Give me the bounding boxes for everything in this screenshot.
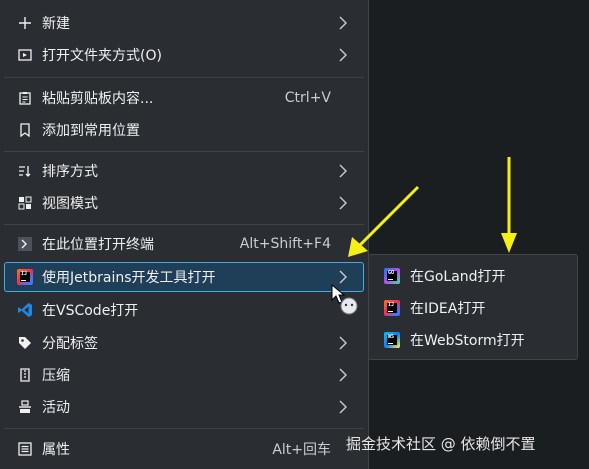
goland-icon: GO [383,267,401,285]
submenu-item-label: 在WebStorm打开 [410,333,525,349]
menu-item-view-mode[interactable]: 视图模式 [4,188,364,218]
shortcut-label: Alt+回车 [272,442,331,458]
menu-item-properties[interactable]: 属性 Alt+回车 [4,434,364,464]
menu-item-label: 分配标签 [42,336,98,352]
menu-item-compress[interactable]: 压缩 [4,360,364,390]
menu-separator [4,77,364,78]
menu-item-label: 活动 [42,400,70,416]
menu-item-label: 压缩 [42,368,70,384]
chevron-right-icon [339,16,347,30]
compress-icon [16,366,34,384]
menu-item-label: 使用Jetbrains开发工具打开 [42,270,216,286]
properties-icon [16,440,34,458]
menu-item-open-terminal[interactable]: 在此位置打开终端 Alt+Shift+F4 [4,229,364,259]
menu-item-open-with-jetbrains[interactable]: IJ 使用Jetbrains开发工具打开 [4,262,364,292]
open-folder-icon [16,46,34,64]
jetbrains-icon: IJ [16,268,34,286]
chevron-right-icon [339,270,347,284]
terminal-icon [16,235,34,253]
chevron-right-icon [339,48,347,62]
annotation-arrow-left [348,185,420,257]
context-menu: 新建 打开文件夹方式(O) 粘贴剪贴板内容... Ctrl+V 添加到常用位置 … [0,0,369,469]
annotation-arrow-right [501,157,517,253]
menu-separator [4,428,364,429]
menu-item-label: 打开文件夹方式(O) [42,48,162,64]
menu-item-sort[interactable]: 排序方式 [4,156,364,186]
chevron-right-icon [339,164,347,178]
clipboard-icon [16,89,34,107]
menu-item-label: 新建 [42,16,70,32]
shortcut-label: Alt+Shift+F4 [239,236,331,252]
menu-item-label: 视图模式 [42,196,98,212]
plus-icon [16,14,34,32]
chevron-right-icon [339,336,347,350]
menu-item-activities[interactable]: 活动 [4,392,364,422]
view-mode-icon [16,194,34,212]
menu-item-label: 属性 [42,442,70,458]
sort-icon [16,162,34,180]
watermark: 掘金技术社区 @ 依赖倒不置 [346,435,536,453]
mouse-cursor-icon [331,284,358,315]
menu-item-label: 添加到常用位置 [42,123,140,139]
submenu-item-idea[interactable]: IJ 在IDEA打开 [373,293,573,323]
bookmark-icon [16,121,34,139]
menu-item-assign-tags[interactable]: 分配标签 [4,328,364,358]
submenu-item-goland[interactable]: GO 在GoLand打开 [373,261,573,291]
vscode-icon [16,301,34,319]
submenu-item-label: 在IDEA打开 [410,301,486,317]
menu-item-label: 在VSCode打开 [42,303,139,319]
menu-item-open-with[interactable]: 打开文件夹方式(O) [4,40,364,70]
tag-icon [16,334,34,352]
menu-item-add-to-places[interactable]: 添加到常用位置 [4,115,364,145]
menu-separator [4,224,364,225]
webstorm-icon: WS [383,331,401,349]
chevron-right-icon [339,400,347,414]
menu-separator [4,151,364,152]
menu-item-label: 排序方式 [42,164,98,180]
submenu-item-webstorm[interactable]: WS 在WebStorm打开 [373,325,573,355]
menu-item-label: 粘贴剪贴板内容... [42,91,154,107]
jetbrains-submenu: GO 在GoLand打开 IJ 在IDEA打开 WS 在WebStorm打开 [368,254,578,360]
intellij-idea-icon: IJ [383,299,401,317]
submenu-item-label: 在GoLand打开 [410,269,506,285]
menu-item-new[interactable]: 新建 [4,8,364,38]
menu-item-open-vscode[interactable]: 在VSCode打开 [4,295,364,325]
menu-item-label: 在此位置打开终端 [42,237,154,253]
menu-item-paste[interactable]: 粘贴剪贴板内容... Ctrl+V [4,83,364,113]
activities-icon [16,398,34,416]
shortcut-label: Ctrl+V [284,90,331,106]
chevron-right-icon [339,368,347,382]
